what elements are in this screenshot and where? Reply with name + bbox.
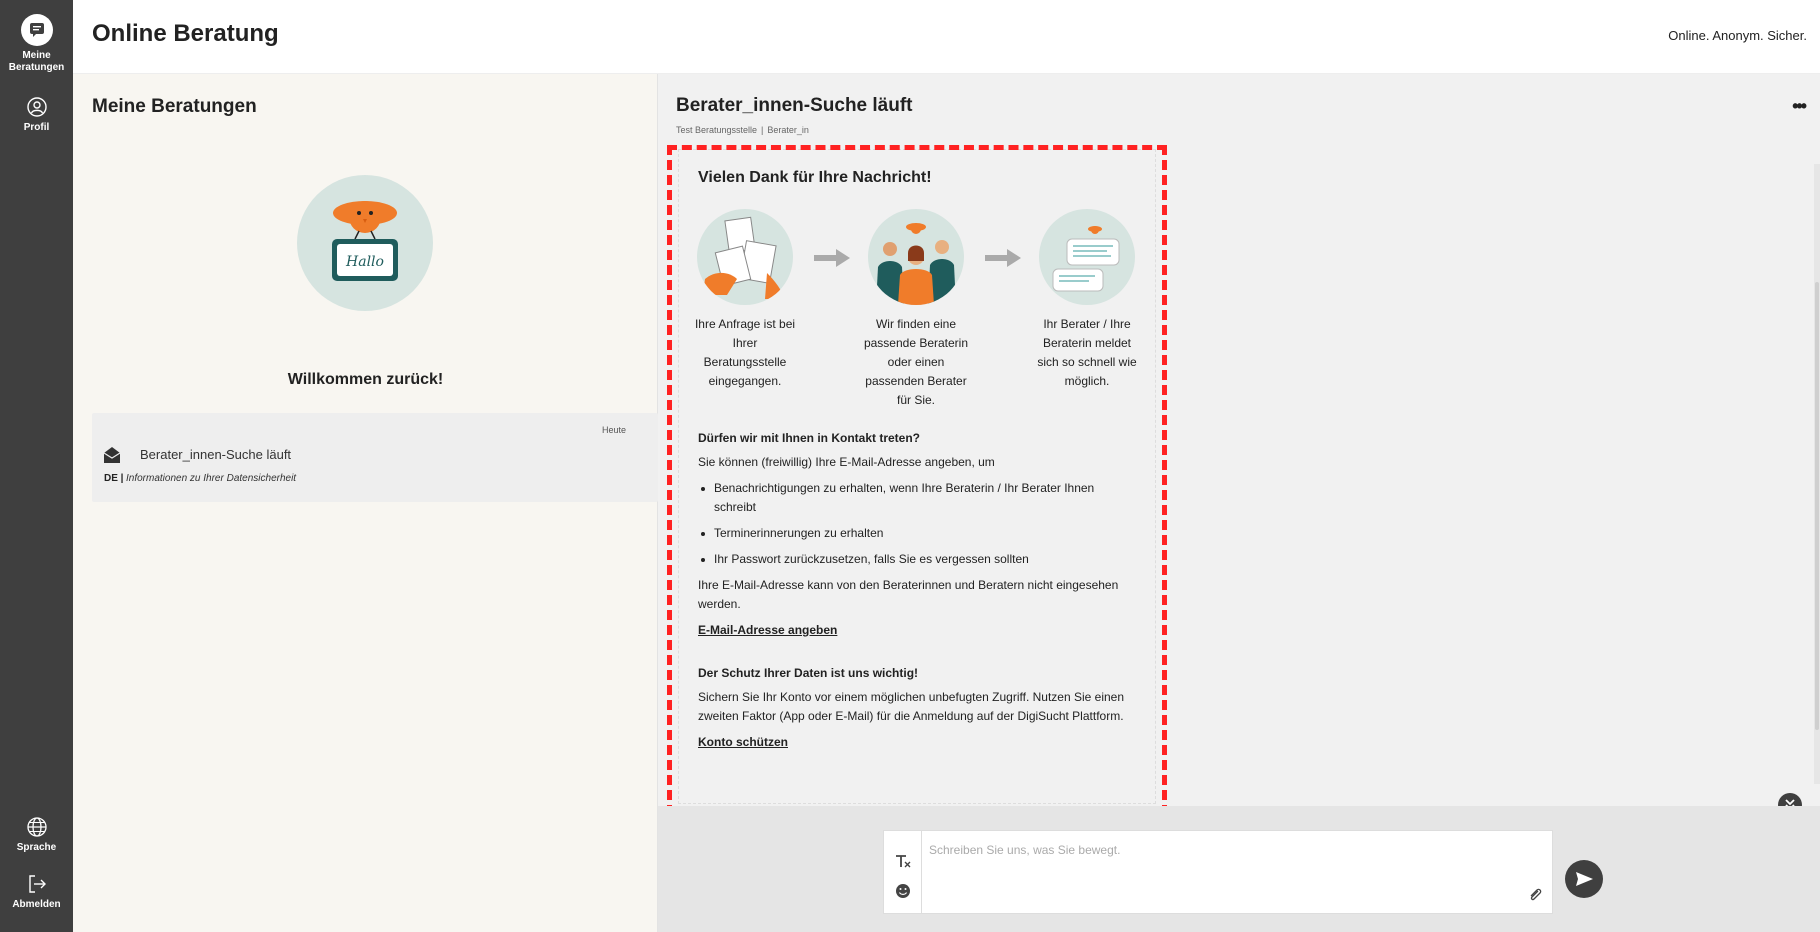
welcome-message: Willkommen zurück! — [287, 371, 444, 388]
system-message-card: Vielen Dank für Ihre Nachricht! Ihre Anf… — [678, 149, 1156, 804]
nav-item-abmelden[interactable]: Abmelden — [0, 873, 73, 911]
nav-item-meine-beratungen[interactable]: Meine Beratungen — [0, 14, 73, 74]
session-list-item[interactable]: Heute Berater_innen-Suche läuft DE | Inf… — [92, 413, 658, 502]
step-consultant-replies: Ihr Berater / Ihre Beraterin meldet sich… — [1032, 209, 1142, 391]
security-text: Sichern Sie Ihr Konto vor einem mögliche… — [698, 690, 1125, 723]
nav-item-sprache[interactable]: Sprache — [0, 816, 73, 854]
composer-area: Schreiben Sie uns, was Sie bewegt. — [658, 806, 1820, 932]
composer-toolbar — [884, 831, 922, 913]
paperclip-icon[interactable] — [1528, 887, 1542, 903]
step-find-consultant: Wir finden eine passende Beraterin oder … — [861, 209, 971, 410]
app-header: Online Beratung Online. Anonym. Sicher. — [73, 0, 1820, 74]
chat-bubble-icon — [20, 14, 53, 46]
list-item: Ihr Passwort zurückzusetzen, falls Sie e… — [698, 550, 1138, 569]
main-navigation: Meine Beratungen Profil Sprache Abmelden — [0, 0, 73, 932]
session-list-title: Meine Beratungen — [92, 96, 257, 117]
app-tagline: Online. Anonym. Sicher. — [1668, 28, 1807, 43]
list-item: Benachrichtigungen zu erhalten, wenn Ihr… — [698, 479, 1138, 517]
contact-benefits-list: Benachrichtigungen zu erhalten, wenn Ihr… — [698, 479, 1138, 569]
consultants-illustration — [868, 209, 964, 305]
session-preview: Informationen zu Ihrer Datensicherheit — [126, 473, 297, 484]
message-scrollbar[interactable] — [1814, 164, 1820, 784]
logout-icon — [28, 875, 46, 893]
nav-item-profil[interactable]: Profil — [0, 96, 73, 134]
session-list-panel: Meine Beratungen Hallo Willkommen zurück… — [73, 74, 658, 932]
welcome-illustration: Hallo — [297, 175, 433, 311]
add-email-link[interactable]: E-Mail-Adresse angeben — [698, 621, 837, 640]
contact-heading: Dürfen wir mit Ihnen in Kontakt treten? — [698, 431, 921, 445]
scrollbar-thumb[interactable] — [1815, 282, 1819, 730]
message-bubbles-illustration — [1039, 209, 1135, 305]
documents-illustration — [697, 209, 793, 305]
subtitle-separator: | — [761, 125, 764, 135]
nav-label: Profil — [23, 122, 50, 133]
message-body: Dürfen wir mit Ihnen in Kontakt treten? … — [698, 429, 1138, 752]
contact-intro: Sie können (freiwillig) Ihre E-Mail-Adre… — [698, 455, 995, 469]
chat-subtitle: Test Beratungsstelle | Berater_in — [676, 125, 809, 135]
message-input[interactable]: Schreiben Sie uns, was Sie bewegt. — [929, 843, 1120, 857]
chat-title: Berater_innen-Suche läuft — [676, 95, 913, 116]
list-item: Terminerinnerungen zu erhalten — [698, 524, 1138, 543]
globe-icon — [26, 817, 47, 837]
hallo-sign-text: Hallo — [345, 254, 384, 270]
contact-note: Ihre E-Mail-Adresse kann von den Berater… — [698, 578, 1119, 611]
session-language: DE | — [104, 473, 124, 484]
text-format-icon[interactable] — [895, 853, 911, 869]
send-icon — [1576, 872, 1593, 886]
step-label: Wir finden eine passende Beraterin oder … — [863, 317, 969, 407]
step-label: Ihr Berater / Ihre Beraterin meldet sich… — [1037, 317, 1137, 388]
agency-name: Test Beratungsstelle — [676, 125, 758, 135]
send-button[interactable] — [1565, 860, 1603, 898]
message-title: Vielen Dank für Ihre Nachricht! — [698, 169, 932, 186]
nav-label: Sprache — [16, 842, 57, 853]
arrow-right-icon — [985, 249, 1021, 267]
more-options-button[interactable]: ••• — [1792, 97, 1807, 115]
emoji-icon[interactable] — [895, 883, 911, 899]
app-title: Online Beratung — [92, 20, 279, 47]
user-icon — [26, 97, 47, 117]
nav-label: Meine Beratungen — [8, 50, 65, 73]
arrow-right-icon — [814, 249, 850, 267]
step-label: Ihre Anfrage ist bei Ihrer Beratungsstel… — [694, 317, 796, 388]
message-composer[interactable]: Schreiben Sie uns, was Sie bewegt. — [883, 830, 1553, 914]
nav-label: Abmelden — [12, 899, 61, 910]
secure-account-link[interactable]: Konto schützen — [698, 733, 788, 752]
chat-panel: Berater_innen-Suche läuft Test Beratungs… — [658, 74, 1820, 932]
envelope-open-icon — [103, 447, 121, 463]
session-date: Heute — [601, 425, 626, 435]
security-heading: Der Schutz Ihrer Daten ist uns wichtig! — [698, 666, 919, 680]
session-subject: Berater_innen-Suche läuft — [140, 447, 292, 462]
consultant-role: Berater_in — [767, 125, 809, 135]
step-request-received: Ihre Anfrage ist bei Ihrer Beratungsstel… — [690, 209, 800, 391]
